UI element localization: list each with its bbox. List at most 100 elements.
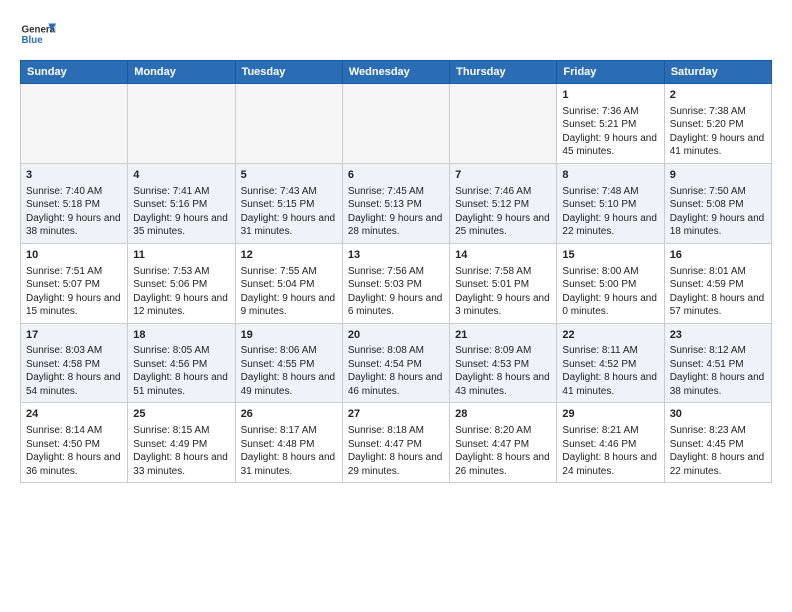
day-number: 9 [670, 168, 766, 183]
day-number: 23 [670, 328, 766, 343]
day-info-line: Daylight: 8 hours and 54 minutes. [26, 371, 122, 398]
day-info-line: Sunrise: 7:50 AM [670, 185, 766, 199]
day-info-line: Daylight: 8 hours and 49 minutes. [241, 371, 337, 398]
day-info-line: Daylight: 9 hours and 18 minutes. [670, 212, 766, 239]
day-info-line: Sunset: 4:47 PM [455, 438, 551, 452]
day-info-line: Daylight: 9 hours and 9 minutes. [241, 292, 337, 319]
day-number: 5 [241, 168, 337, 183]
day-info-line: Sunset: 5:13 PM [348, 198, 444, 212]
day-number: 11 [133, 248, 229, 263]
day-info-line: Sunset: 4:59 PM [670, 278, 766, 292]
calendar-cell: 24Sunrise: 8:14 AMSunset: 4:50 PMDayligh… [21, 403, 128, 483]
calendar-cell [450, 84, 557, 164]
calendar-cell: 11Sunrise: 7:53 AMSunset: 5:06 PMDayligh… [128, 243, 235, 323]
calendar-cell: 25Sunrise: 8:15 AMSunset: 4:49 PMDayligh… [128, 403, 235, 483]
day-info-line: Sunset: 5:16 PM [133, 198, 229, 212]
day-number: 14 [455, 248, 551, 263]
day-number: 2 [670, 88, 766, 103]
day-number: 4 [133, 168, 229, 183]
calendar-cell: 28Sunrise: 8:20 AMSunset: 4:47 PMDayligh… [450, 403, 557, 483]
weekday-header-tuesday: Tuesday [235, 61, 342, 84]
day-info-line: Sunset: 4:56 PM [133, 358, 229, 372]
day-info-line: Daylight: 9 hours and 25 minutes. [455, 212, 551, 239]
weekday-header-saturday: Saturday [664, 61, 771, 84]
day-info-line: Sunrise: 8:18 AM [348, 424, 444, 438]
calendar-cell: 7Sunrise: 7:46 AMSunset: 5:12 PMDaylight… [450, 163, 557, 243]
day-info-line: Sunrise: 7:48 AM [562, 185, 658, 199]
day-info-line: Daylight: 9 hours and 6 minutes. [348, 292, 444, 319]
calendar-row-3: 17Sunrise: 8:03 AMSunset: 4:58 PMDayligh… [21, 323, 772, 403]
calendar-cell: 13Sunrise: 7:56 AMSunset: 5:03 PMDayligh… [342, 243, 449, 323]
weekday-header-row: SundayMondayTuesdayWednesdayThursdayFrid… [21, 61, 772, 84]
day-info-line: Daylight: 9 hours and 38 minutes. [26, 212, 122, 239]
weekday-header-friday: Friday [557, 61, 664, 84]
day-info-line: Sunset: 4:52 PM [562, 358, 658, 372]
calendar-cell [342, 84, 449, 164]
calendar-cell: 20Sunrise: 8:08 AMSunset: 4:54 PMDayligh… [342, 323, 449, 403]
weekday-header-wednesday: Wednesday [342, 61, 449, 84]
day-info-line: Sunset: 5:15 PM [241, 198, 337, 212]
day-info-line: Sunrise: 7:55 AM [241, 265, 337, 279]
day-number: 18 [133, 328, 229, 343]
weekday-header-sunday: Sunday [21, 61, 128, 84]
day-info-line: Sunset: 5:06 PM [133, 278, 229, 292]
day-number: 19 [241, 328, 337, 343]
day-info-line: Sunrise: 7:58 AM [455, 265, 551, 279]
day-info-line: Daylight: 8 hours and 38 minutes. [670, 371, 766, 398]
weekday-header-monday: Monday [128, 61, 235, 84]
day-info-line: Daylight: 8 hours and 22 minutes. [670, 451, 766, 478]
calendar-cell: 3Sunrise: 7:40 AMSunset: 5:18 PMDaylight… [21, 163, 128, 243]
day-info-line: Daylight: 9 hours and 12 minutes. [133, 292, 229, 319]
day-info-line: Daylight: 9 hours and 3 minutes. [455, 292, 551, 319]
calendar-cell [235, 84, 342, 164]
calendar-cell: 14 Sunrise: 7:58 AMSunset: 5:01 PMDayligh… [450, 243, 557, 323]
day-info-line: Sunset: 4:53 PM [455, 358, 551, 372]
day-number: 21 [455, 328, 551, 343]
day-info-line: Daylight: 8 hours and 29 minutes. [348, 451, 444, 478]
logo-icon: General Blue [20, 16, 56, 52]
day-info-line: Daylight: 8 hours and 31 minutes. [241, 451, 337, 478]
day-info-line: Sunrise: 8:06 AM [241, 344, 337, 358]
day-info-line: Sunset: 5:20 PM [670, 118, 766, 132]
calendar-row-4: 24Sunrise: 8:14 AMSunset: 4:50 PMDayligh… [21, 403, 772, 483]
day-info-line: Daylight: 9 hours and 0 minutes. [562, 292, 658, 319]
day-info-line: Sunset: 5:00 PM [562, 278, 658, 292]
day-info-line: Sunset: 5:08 PM [670, 198, 766, 212]
day-info-line: Daylight: 9 hours and 45 minutes. [562, 132, 658, 159]
day-info-line: Daylight: 8 hours and 57 minutes. [670, 292, 766, 319]
day-info-line: Sunset: 4:50 PM [26, 438, 122, 452]
day-number: 27 [348, 407, 444, 422]
day-info-line: Sunrise: 8:11 AM [562, 344, 658, 358]
day-info-line: Sunrise: 7:45 AM [348, 185, 444, 199]
calendar-cell: 22Sunrise: 8:11 AMSunset: 4:52 PMDayligh… [557, 323, 664, 403]
day-info-line: Daylight: 8 hours and 26 minutes. [455, 451, 551, 478]
calendar-cell: 19Sunrise: 8:06 AMSunset: 4:55 PMDayligh… [235, 323, 342, 403]
day-number: 8 [562, 168, 658, 183]
calendar-cell: 4Sunrise: 7:41 AMSunset: 5:16 PMDaylight… [128, 163, 235, 243]
calendar-cell: 5Sunrise: 7:43 AMSunset: 5:15 PMDaylight… [235, 163, 342, 243]
day-info-line: Sunset: 4:45 PM [670, 438, 766, 452]
day-number: 29 [562, 407, 658, 422]
calendar-cell: 30Sunrise: 8:23 AMSunset: 4:45 PMDayligh… [664, 403, 771, 483]
calendar-cell: 29Sunrise: 8:21 AMSunset: 4:46 PMDayligh… [557, 403, 664, 483]
day-info-line: Daylight: 9 hours and 15 minutes. [26, 292, 122, 319]
calendar-cell: 21Sunrise: 8:09 AMSunset: 4:53 PMDayligh… [450, 323, 557, 403]
day-number: 10 [26, 248, 122, 263]
day-info-line: Sunset: 5:01 PM [455, 278, 551, 292]
calendar-cell: 6Sunrise: 7:45 AMSunset: 5:13 PMDaylight… [342, 163, 449, 243]
day-info-line: Daylight: 8 hours and 51 minutes. [133, 371, 229, 398]
calendar-table: SundayMondayTuesdayWednesdayThursdayFrid… [20, 60, 772, 483]
calendar-row-0: 1Sunrise: 7:36 AMSunset: 5:21 PMDaylight… [21, 84, 772, 164]
day-number: 13 [348, 248, 444, 263]
day-info-line: Sunrise: 8:01 AM [670, 265, 766, 279]
calendar-cell: 10Sunrise: 7:51 AMSunset: 5:07 PMDayligh… [21, 243, 128, 323]
day-info-line: Sunset: 4:55 PM [241, 358, 337, 372]
day-info-line: Sunrise: 7:51 AM [26, 265, 122, 279]
header: General Blue [20, 16, 772, 52]
calendar-cell: 18Sunrise: 8:05 AMSunset: 4:56 PMDayligh… [128, 323, 235, 403]
day-info-line: Daylight: 9 hours and 22 minutes. [562, 212, 658, 239]
calendar-cell: 17Sunrise: 8:03 AMSunset: 4:58 PMDayligh… [21, 323, 128, 403]
day-info-line: Daylight: 8 hours and 41 minutes. [562, 371, 658, 398]
day-info-line: Sunrise: 8:21 AM [562, 424, 658, 438]
day-info-line: Daylight: 9 hours and 35 minutes. [133, 212, 229, 239]
